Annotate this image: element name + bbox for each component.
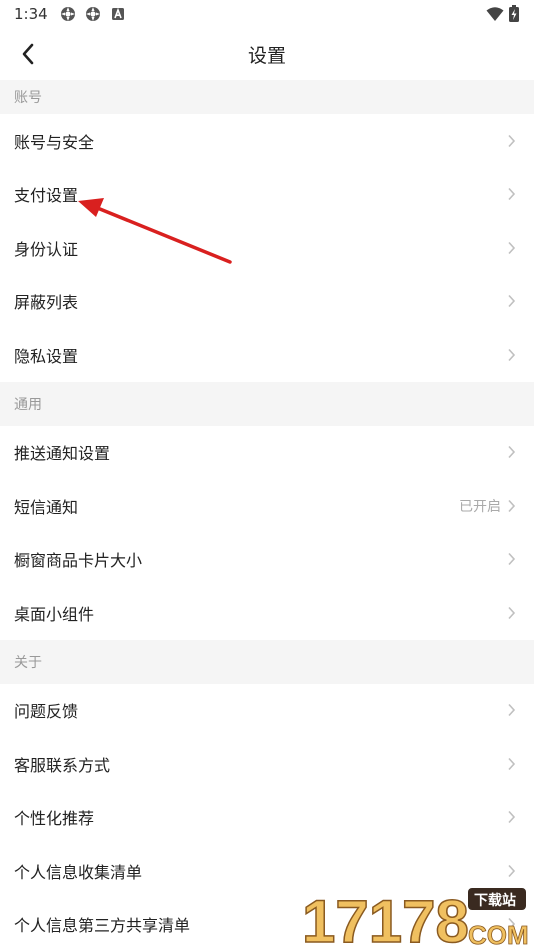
settings-item-push[interactable]: 推送通知设置 <box>0 425 534 479</box>
chevron-right-icon <box>508 757 516 770</box>
settings-list: 账号 账号与安全 支付设置 身份认证 屏蔽列表 隐私设置 通用 推送通知设置 短… <box>0 80 534 950</box>
settings-item-sms[interactable]: 短信通知 已开启 <box>0 479 534 533</box>
settings-item-customer-service[interactable]: 客服联系方式 <box>0 737 534 791</box>
settings-item-card-size[interactable]: 橱窗商品卡片大小 <box>0 532 534 586</box>
settings-item-label: 客服联系方式 <box>14 755 111 775</box>
settings-item-label: 推送通知设置 <box>14 444 111 464</box>
chevron-right-icon <box>508 553 516 566</box>
chevron-left-icon <box>22 43 34 65</box>
settings-item-label: 屏蔽列表 <box>14 293 79 313</box>
settings-item-label: 个性化推荐 <box>14 809 95 829</box>
settings-item-account-security[interactable]: 账号与安全 <box>0 114 534 168</box>
watermark-logo: 17178 下载站 COM <box>301 887 529 948</box>
watermark-suffix: COM <box>468 920 529 948</box>
status-right <box>486 5 520 23</box>
chevron-right-icon <box>508 811 516 824</box>
chevron-right-icon <box>508 241 516 254</box>
settings-item-feedback[interactable]: 问题反馈 <box>0 683 534 737</box>
settings-item-label: 账号与安全 <box>14 132 95 152</box>
status-bar: 1:34 <box>0 0 534 28</box>
settings-item-label: 橱窗商品卡片大小 <box>14 551 143 571</box>
chevron-right-icon <box>508 606 516 619</box>
section-header-account: 账号 <box>0 80 534 114</box>
settings-item-label: 问题反馈 <box>14 702 79 722</box>
chevron-right-icon <box>508 499 516 512</box>
nav-bar: 设置 <box>0 28 534 80</box>
settings-item-personalized[interactable]: 个性化推荐 <box>0 790 534 844</box>
chevron-right-icon <box>508 295 516 308</box>
settings-item-value: 已开启 <box>459 498 501 515</box>
settings-item-label: 隐私设置 <box>14 346 79 366</box>
watermark-tag: 下载站 <box>474 892 516 909</box>
chevron-right-icon <box>508 864 516 877</box>
settings-item-block-list[interactable]: 屏蔽列表 <box>0 274 534 328</box>
settings-item-widget[interactable]: 桌面小组件 <box>0 586 534 640</box>
status-time: 1:34 <box>14 5 48 23</box>
wifi-icon <box>486 7 504 21</box>
chevron-right-icon <box>508 704 516 717</box>
battery-icon <box>509 5 519 22</box>
a-icon <box>111 7 124 20</box>
settings-item-payment[interactable]: 支付设置 <box>0 167 534 221</box>
settings-item-privacy[interactable]: 隐私设置 <box>0 328 534 382</box>
watermark-number: 17178 <box>302 888 469 948</box>
settings-item-label: 桌面小组件 <box>14 604 95 624</box>
settings-item-label: 短信通知 <box>14 497 79 517</box>
section-header-general: 通用 <box>0 381 534 426</box>
settings-item-label: 支付设置 <box>14 186 79 206</box>
chevron-right-icon <box>508 348 516 361</box>
chevron-right-icon <box>508 134 516 147</box>
back-button[interactable] <box>14 40 42 68</box>
page-title: 设置 <box>247 44 286 67</box>
chevron-right-icon <box>508 446 516 459</box>
settings-item-identity[interactable]: 身份认证 <box>0 221 534 275</box>
settings-item-label: 个人信息收集清单 <box>14 862 143 882</box>
section-header-about: 关于 <box>0 639 534 684</box>
settings-item-label: 身份认证 <box>14 239 79 259</box>
settings-icon <box>60 7 75 21</box>
settings-icon <box>85 7 100 21</box>
chevron-right-icon <box>508 188 516 201</box>
